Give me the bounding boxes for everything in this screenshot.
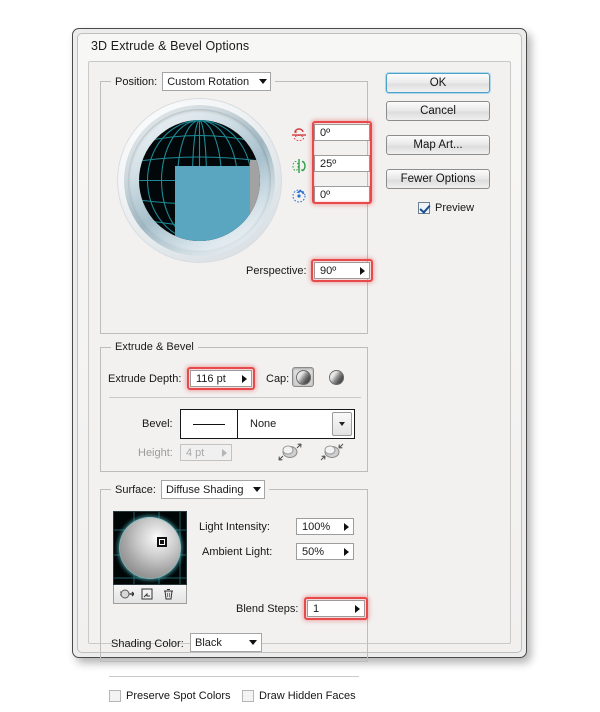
preview-checkbox-label: Preview bbox=[435, 202, 475, 214]
perspective-value: 90º bbox=[320, 264, 337, 277]
light-intensity-input[interactable]: 100% bbox=[296, 518, 354, 535]
ambient-light-value: 50% bbox=[302, 545, 325, 558]
ambient-light-label: Ambient Light: bbox=[202, 546, 273, 558]
bevel-select[interactable]: None bbox=[180, 409, 355, 439]
surface-shading-value: Diffuse Shading bbox=[165, 483, 244, 496]
bottom-divider bbox=[109, 676, 359, 677]
position-label: Position: bbox=[115, 75, 158, 88]
surface-label: Surface: bbox=[115, 483, 156, 496]
solid-cap-icon bbox=[295, 369, 311, 385]
cap-label: Cap: bbox=[266, 373, 290, 385]
bevel-height-value: 4 pt bbox=[186, 446, 205, 459]
preview-checkbox[interactable]: Preview bbox=[418, 202, 474, 214]
perspective-label: Perspective: bbox=[246, 265, 307, 277]
blend-steps-input[interactable]: 1 bbox=[307, 600, 365, 617]
rotate-y-input[interactable]: 25º bbox=[314, 155, 370, 172]
bevel-value: None bbox=[250, 418, 277, 430]
dialog-title: 3D Extrude & Bevel Options bbox=[91, 39, 250, 53]
rotate-x-axis-icon bbox=[292, 128, 306, 142]
bevel-none-swatch-icon bbox=[181, 410, 238, 438]
map-art-button[interactable]: Map Art... bbox=[386, 135, 490, 155]
bevel-extent-in-icon[interactable] bbox=[319, 441, 345, 463]
extrude-depth-value: 116 pt bbox=[196, 372, 226, 385]
chevron-down-icon[interactable] bbox=[257, 73, 268, 90]
light-toolbar bbox=[113, 585, 187, 604]
light-intensity-value: 100% bbox=[302, 520, 331, 533]
position-header: Position: Custom Rotation bbox=[111, 71, 276, 92]
blend-steps-value: 1 bbox=[313, 602, 320, 615]
rotate-z-value: 0º bbox=[320, 188, 331, 201]
light-source-handle[interactable] bbox=[157, 537, 167, 547]
rotation-track-widget[interactable] bbox=[117, 98, 282, 263]
extrude-depth-label: Extrude Depth: bbox=[108, 373, 182, 385]
light-preview-sphere[interactable] bbox=[113, 511, 187, 585]
rotate-y-value: 25º bbox=[320, 157, 337, 170]
duplicate-light-icon[interactable] bbox=[140, 587, 155, 601]
bevel-extent-out-icon[interactable] bbox=[277, 441, 303, 463]
object-side-face bbox=[250, 160, 260, 241]
surface-group: Surface: Diffuse Shading Light Intensity… bbox=[100, 479, 368, 662]
chevron-down-icon[interactable] bbox=[247, 634, 258, 651]
cap-hollow-button[interactable] bbox=[325, 367, 347, 387]
light-intensity-spinner[interactable] bbox=[339, 519, 353, 534]
preview-checkbox-box[interactable] bbox=[418, 202, 430, 214]
surface-header: Surface: Diffuse Shading bbox=[111, 479, 270, 500]
draw-hidden-faces-label: Draw Hidden Faces bbox=[259, 690, 356, 702]
draw-hidden-faces-box[interactable] bbox=[242, 690, 254, 702]
position-group: Position: Custom Rotation 0º 25º 0º Pers… bbox=[100, 71, 373, 334]
hollow-cap-icon bbox=[328, 369, 344, 385]
dialog-content-panel: OK Cancel Map Art... Fewer Options Previ… bbox=[88, 61, 511, 702]
perspective-spinner[interactable] bbox=[355, 263, 369, 278]
rotate-z-input[interactable]: 0º bbox=[314, 186, 370, 203]
bevel-height-spinner bbox=[217, 445, 231, 460]
ok-button[interactable]: OK bbox=[386, 73, 490, 93]
dialog-inner-frame: 3D Extrude & Bevel Options OK Cancel Map… bbox=[77, 33, 522, 702]
fewer-options-button[interactable]: Fewer Options bbox=[386, 169, 490, 189]
ambient-light-input[interactable]: 50% bbox=[296, 543, 354, 560]
position-preset-value: Custom Rotation bbox=[167, 75, 250, 88]
new-light-icon[interactable] bbox=[119, 587, 134, 601]
surface-shading-select[interactable]: Diffuse Shading bbox=[160, 480, 266, 499]
preserve-spot-colors-box[interactable] bbox=[109, 690, 121, 702]
ambient-light-spinner[interactable] bbox=[339, 544, 353, 559]
light-intensity-label: Light Intensity: bbox=[199, 521, 270, 533]
bevel-height-input: 4 pt bbox=[180, 444, 232, 461]
extrude-section-divider bbox=[109, 397, 361, 398]
shading-color-label: Shading Color: bbox=[111, 638, 184, 650]
dialog-titlebar: 3D Extrude & Bevel Options bbox=[78, 34, 521, 60]
shading-color-select[interactable]: Black bbox=[190, 633, 262, 652]
object-front-face bbox=[175, 166, 250, 241]
rotate-x-input[interactable]: 0º bbox=[314, 124, 370, 141]
shading-color-value: Black bbox=[195, 636, 222, 649]
preserve-spot-colors-checkbox[interactable]: Preserve Spot Colors bbox=[109, 690, 231, 702]
delete-light-icon[interactable] bbox=[161, 587, 176, 601]
cap-solid-button[interactable] bbox=[292, 367, 314, 387]
blend-steps-spinner[interactable] bbox=[350, 601, 364, 616]
3d-extrude-bevel-options-dialog: 3D Extrude & Bevel Options OK Cancel Map… bbox=[72, 28, 527, 702]
rotation-globe[interactable] bbox=[139, 120, 260, 241]
position-preset-select[interactable]: Custom Rotation bbox=[162, 72, 272, 91]
preserve-spot-colors-label: Preserve Spot Colors bbox=[126, 690, 231, 702]
blend-steps-label: Blend Steps: bbox=[236, 603, 299, 615]
perspective-input[interactable]: 90º bbox=[314, 262, 370, 279]
bevel-dropdown-button[interactable] bbox=[332, 412, 352, 436]
draw-hidden-faces-checkbox[interactable]: Draw Hidden Faces bbox=[242, 690, 356, 702]
extrude-bevel-group: Extrude & Bevel Extrude Depth: 116 pt Ca… bbox=[100, 341, 368, 472]
chevron-down-icon[interactable] bbox=[251, 481, 262, 498]
light-sphere-graphic bbox=[119, 517, 181, 579]
bevel-height-label: Height: bbox=[138, 447, 173, 459]
rotate-x-value: 0º bbox=[320, 126, 331, 139]
extrude-depth-spinner[interactable] bbox=[237, 371, 251, 386]
rotate-z-axis-icon bbox=[292, 189, 306, 203]
cancel-button[interactable]: Cancel bbox=[386, 101, 490, 121]
extrude-depth-input[interactable]: 116 pt bbox=[190, 370, 252, 387]
bevel-label: Bevel: bbox=[142, 418, 173, 430]
rotate-y-axis-icon bbox=[292, 159, 306, 173]
extrude-bevel-group-label: Extrude & Bevel bbox=[111, 341, 198, 354]
